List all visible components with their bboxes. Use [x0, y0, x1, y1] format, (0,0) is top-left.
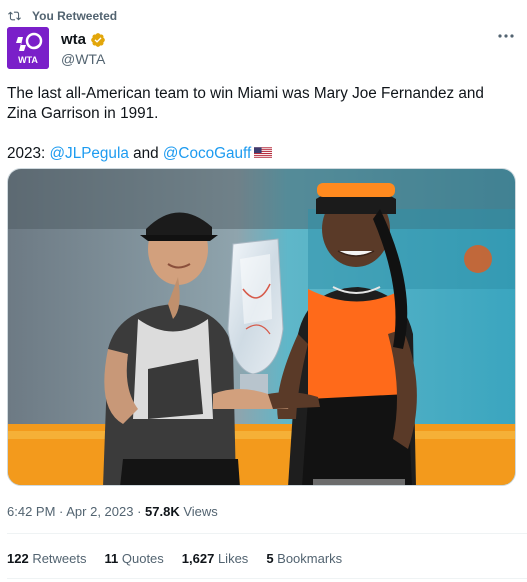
tweet-photo[interactable] — [7, 168, 516, 486]
tweet-text-line-2: 2023: @JLPegula and @CocoGauff — [7, 144, 512, 164]
retweet-icon — [8, 11, 21, 21]
likes-stat[interactable]: 1,627 Likes — [182, 551, 249, 566]
tweet-date[interactable]: Apr 2, 2023 — [66, 504, 133, 519]
quotes-stat[interactable]: 11 Quotes — [105, 551, 164, 566]
quotes-count: 11 — [104, 551, 119, 566]
more-options-icon[interactable] — [497, 32, 515, 40]
tweet-text-prefix: 2023: — [7, 145, 50, 162]
author-name-row[interactable]: wta — [61, 31, 106, 48]
retweets-stat[interactable]: 122 Retweets — [7, 551, 87, 566]
divider-top — [7, 533, 527, 534]
retweet-label[interactable]: You Retweeted — [32, 9, 117, 23]
mention-jlpegula[interactable]: @JLPegula — [50, 145, 129, 162]
tweet-text: The last all-American team to win Miami … — [7, 84, 512, 164]
likes-count: 1,627 — [181, 551, 215, 566]
divider-bottom — [7, 578, 527, 579]
tweet-stats: 122 Retweets 11 Quotes 1,627 Likes 5 Boo… — [7, 551, 342, 566]
tweet-time[interactable]: 6:42 PM — [7, 504, 55, 519]
us-flag-icon — [254, 147, 273, 159]
bookmarks-count: 5 — [266, 551, 274, 566]
author-handle[interactable]: @WTA — [61, 51, 105, 67]
tweet-text-line-1: The last all-American team to win Miami … — [7, 85, 484, 122]
meta-separator: · — [55, 504, 67, 519]
tweet-conjunction: and — [128, 145, 163, 162]
meta-separator-2: · — [133, 504, 146, 519]
views-label: Views — [179, 504, 218, 519]
avatar-logo-text: WTA — [18, 55, 38, 65]
views-count: 57.8K — [145, 504, 180, 519]
retweets-count: 122 — [7, 551, 29, 566]
tweet-meta: 6:42 PM · Apr 2, 2023 · 57.8K Views — [7, 504, 218, 519]
verified-badge-icon — [91, 32, 105, 47]
likes-label: Likes — [214, 551, 249, 566]
bookmarks-stat[interactable]: 5 Bookmarks — [266, 551, 342, 566]
quotes-label: Quotes — [118, 551, 164, 566]
avatar[interactable]: WTA — [7, 27, 49, 69]
mention-cocogauff[interactable]: @CocoGauff — [163, 145, 251, 162]
author-name[interactable]: wta — [61, 31, 86, 48]
bookmarks-label: Bookmarks — [273, 551, 343, 566]
retweets-label: Retweets — [28, 551, 87, 566]
